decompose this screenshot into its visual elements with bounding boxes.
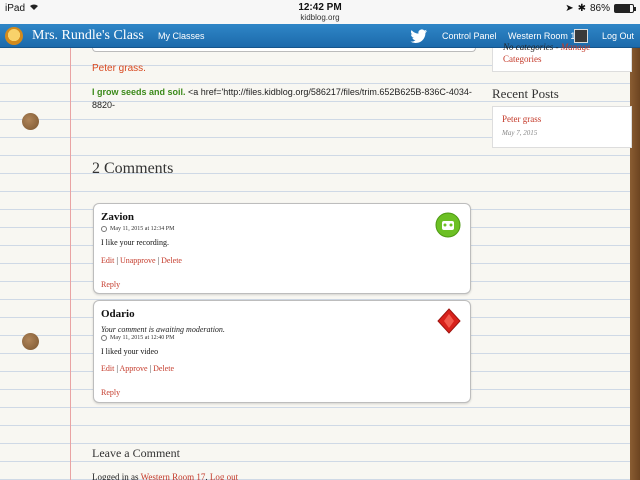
reply-link[interactable]: Reply <box>101 280 120 289</box>
logged-in-prefix: Logged in as <box>92 472 141 480</box>
address-bar[interactable]: kidblog.org <box>0 13 640 22</box>
logged-in-line: Logged in as Western Room 17. Log out <box>92 472 239 480</box>
comment-date-text: May 11, 2015 at 12:40 PM <box>110 335 175 341</box>
delete-link[interactable]: Delete <box>161 256 182 265</box>
status-time: 12:42 PM <box>298 2 342 13</box>
comment-card: Zavion May 11, 2015 at 12:34 PM I like y… <box>93 203 471 294</box>
monster-avatar-icon <box>435 212 461 243</box>
reply-link[interactable]: Reply <box>101 388 120 397</box>
logged-in-user-link[interactable]: Western Room 17 <box>141 472 206 480</box>
comment-date: May 11, 2015 at 12:40 PM <box>101 335 174 341</box>
class-title[interactable]: Mrs. Rundle's Class <box>32 28 144 44</box>
class-logo-icon[interactable] <box>5 27 23 45</box>
clock-icon <box>101 335 107 341</box>
comment-card: Odario Your comment is awaiting moderati… <box>93 300 471 403</box>
unapprove-link[interactable]: Unapprove <box>120 256 156 265</box>
status-bar: iPad 12:42 PM kidblog.org ➤ ✱ 86% <box>0 0 640 24</box>
edit-link[interactable]: Edit <box>101 364 114 373</box>
logout-link[interactable]: Log Out <box>602 31 634 41</box>
comment-actions: Edit | Approve | Delete <box>101 364 174 373</box>
margin-line <box>70 48 71 480</box>
location-icon: ➤ <box>565 3 574 14</box>
manage-link[interactable]: Manage <box>561 42 591 52</box>
battery-percent: 86% <box>589 3 610 14</box>
post-text-line: I grow seeds and soil. <a href='http://f… <box>92 86 472 112</box>
no-categories-text: No categories <box>503 42 554 52</box>
recent-posts-box: Peter grass May 7, 2015 <box>492 106 632 148</box>
comment-author: Odario <box>101 308 135 320</box>
battery-icon <box>614 4 636 13</box>
recent-posts-heading: Recent Posts <box>492 86 559 101</box>
delete-link[interactable]: Delete <box>153 364 174 373</box>
post-text-line: Peter grass. <box>92 63 146 74</box>
bluetooth-icon: ✱ <box>577 3 586 14</box>
recent-post-date: May 7, 2015 <box>502 129 538 137</box>
moderation-notice: Your comment is awaiting moderation. <box>101 325 225 334</box>
logout-link-bottom[interactable]: Log out <box>210 472 238 480</box>
comment-actions: Edit | Unapprove | Delete <box>101 256 182 265</box>
twitter-bird-icon[interactable] <box>410 29 428 44</box>
comment-date: May 11, 2015 at 12:34 PM <box>101 226 174 232</box>
categories-link[interactable]: Categories <box>503 54 542 64</box>
comment-author: Zavion <box>101 211 135 223</box>
leave-comment-heading: Leave a Comment <box>92 446 180 460</box>
comment-date-text: May 11, 2015 at 12:34 PM <box>110 226 175 232</box>
battery-fill <box>615 5 631 12</box>
binder-hole-icon <box>22 333 39 350</box>
status-right: ➤ ✱ 86% <box>565 3 636 14</box>
my-classes-link[interactable]: My Classes <box>158 31 205 41</box>
comment-text: I like your recording. <box>101 238 169 247</box>
approve-link[interactable]: Approve <box>120 364 148 373</box>
categories-box: No categories - Manage Categories <box>492 42 632 72</box>
recent-post-link[interactable]: Peter grass <box>502 114 541 124</box>
edit-link[interactable]: Edit <box>101 256 114 265</box>
control-panel-link[interactable]: Control Panel <box>442 31 497 41</box>
content-box-edge <box>92 48 476 52</box>
clock-icon <box>101 226 107 232</box>
post-green-text: I grow seeds and soil. <box>92 87 186 97</box>
user-name-link[interactable]: Western Room 17 <box>508 31 580 41</box>
comments-heading: 2 Comments <box>92 160 174 177</box>
user-avatar[interactable] <box>574 29 588 43</box>
comment-text: I liked your video <box>101 347 159 356</box>
binder-hole-icon <box>22 113 39 130</box>
diamond-avatar-icon <box>437 308 461 339</box>
categories-line: No categories - Manage <box>503 42 591 52</box>
